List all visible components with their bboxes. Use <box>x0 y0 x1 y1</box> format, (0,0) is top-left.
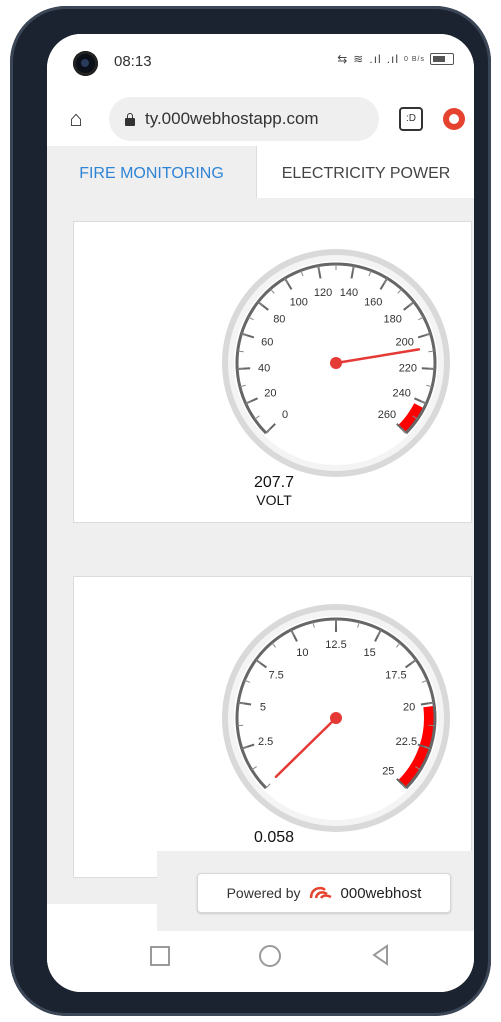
voltage-value: 207.7 <box>253 474 295 491</box>
battery-icon <box>430 53 454 65</box>
recent-apps-button[interactable] <box>150 946 170 966</box>
gauge-tick-label: 7.5 <box>268 670 283 682</box>
gauge-tick-label: 15 <box>363 647 375 659</box>
gauge-tick-label: 120 <box>314 287 332 299</box>
wifi-icon: ≋ <box>353 52 365 66</box>
gauge-tick-label: 0 <box>282 409 288 421</box>
android-nav-bar <box>47 931 474 992</box>
home-button[interactable]: ⌂ <box>61 104 91 134</box>
powered-by-badge[interactable]: Powered by 000webhost <box>197 873 451 913</box>
data-speed-text: 0 B/s <box>404 55 425 63</box>
tab-bar: FIRE MONITORING ELECTRICITY POWER <box>47 146 474 198</box>
voltage-gauge: 0 20 40 6080 100 120 140 160180 200 220 240 260 <box>222 249 450 477</box>
gauge-tick-label: 180 <box>383 314 401 326</box>
gauge-tick-label: 20 <box>403 701 415 713</box>
phone-screen: 08:13 ⇆ ≋ .ıl .ıl 0 B/s ⌂ ty.000webhosta… <box>47 34 474 992</box>
browser-menu-button[interactable] <box>443 108 465 130</box>
gauge-tick-label: 200 <box>396 337 414 349</box>
gauge-tick-label: 17.5 <box>385 670 406 682</box>
gauge-tick-label: 10 <box>296 647 308 659</box>
gauge-tick-label: 100 <box>290 296 308 308</box>
status-time: 08:13 <box>114 53 152 70</box>
webhost-logo-icon <box>309 886 332 899</box>
signal-icon: .ıl <box>386 52 400 66</box>
url-text: ty.000webhostapp.com <box>145 109 319 128</box>
phone-frame: 08:13 ⇆ ≋ .ıl .ıl 0 B/s ⌂ ty.000webhosta… <box>10 6 491 1016</box>
vibrate-icon: ⇆ <box>337 52 349 66</box>
tab-fire-monitoring[interactable]: FIRE MONITORING <box>47 146 256 198</box>
webhost-brand: 000webhost <box>340 884 422 902</box>
browser-toolbar: ⌂ ty.000webhostapp.com :D <box>47 92 474 146</box>
voltage-unit: VOLT <box>256 492 292 508</box>
signal-icon: .ıl <box>369 52 382 66</box>
gauge-tick-label: 220 <box>399 362 417 374</box>
home-nav-button[interactable] <box>259 945 281 967</box>
lock-icon <box>125 113 135 126</box>
gauge-needle-hub <box>330 712 342 724</box>
back-icon <box>372 944 388 966</box>
gauge-tick-label: 80 <box>273 314 285 326</box>
gauge-tick-label: 260 <box>378 409 396 421</box>
gauge-tick-label: 25 <box>382 765 394 777</box>
gauge-tick-label: 20 <box>264 388 276 400</box>
current-value: 0.058 <box>253 829 295 846</box>
tab-electricity-power[interactable]: ELECTRICITY POWER <box>256 146 474 198</box>
current-gauge: 2.5 5 7.5 10 12.5 15 17.5 20 22.5 25 <box>222 604 450 832</box>
gauge-tick-label: 22.5 <box>396 736 417 748</box>
status-icons: ⇆ ≋ .ıl .ıl 0 B/s <box>337 52 454 66</box>
gauge-tick-label: 160 <box>364 296 382 308</box>
gauge-tick-label: 12.5 <box>325 639 346 651</box>
home-icon: ⌂ <box>69 106 83 131</box>
current-gauge-card: 2.5 5 7.5 10 12.5 15 17.5 20 22.5 25 0.058 <box>73 576 472 878</box>
status-bar: 08:13 ⇆ ≋ .ıl .ıl 0 B/s <box>47 34 474 92</box>
front-camera <box>73 51 98 76</box>
address-bar[interactable]: ty.000webhostapp.com <box>109 97 379 141</box>
back-button[interactable] <box>369 943 393 967</box>
tabs-button[interactable]: :D <box>399 107 423 131</box>
voltage-gauge-card: 0 20 40 60 80 100 120 140 160 180 200 220 240 260 207… <box>73 221 472 523</box>
gauge-tick-label: 40 <box>258 362 270 374</box>
gauge-tick-label: 5 <box>260 701 266 713</box>
powered-by-text: Powered by <box>226 885 301 901</box>
gauge-tick-label: 240 <box>392 388 410 400</box>
gauge-tick-label: 2.5 <box>258 736 273 748</box>
gauge-tick-label: 60 <box>261 337 273 349</box>
gauge-needle-hub <box>330 357 342 369</box>
gauge-tick-label: 140 <box>340 287 358 299</box>
page-area <box>47 904 157 932</box>
